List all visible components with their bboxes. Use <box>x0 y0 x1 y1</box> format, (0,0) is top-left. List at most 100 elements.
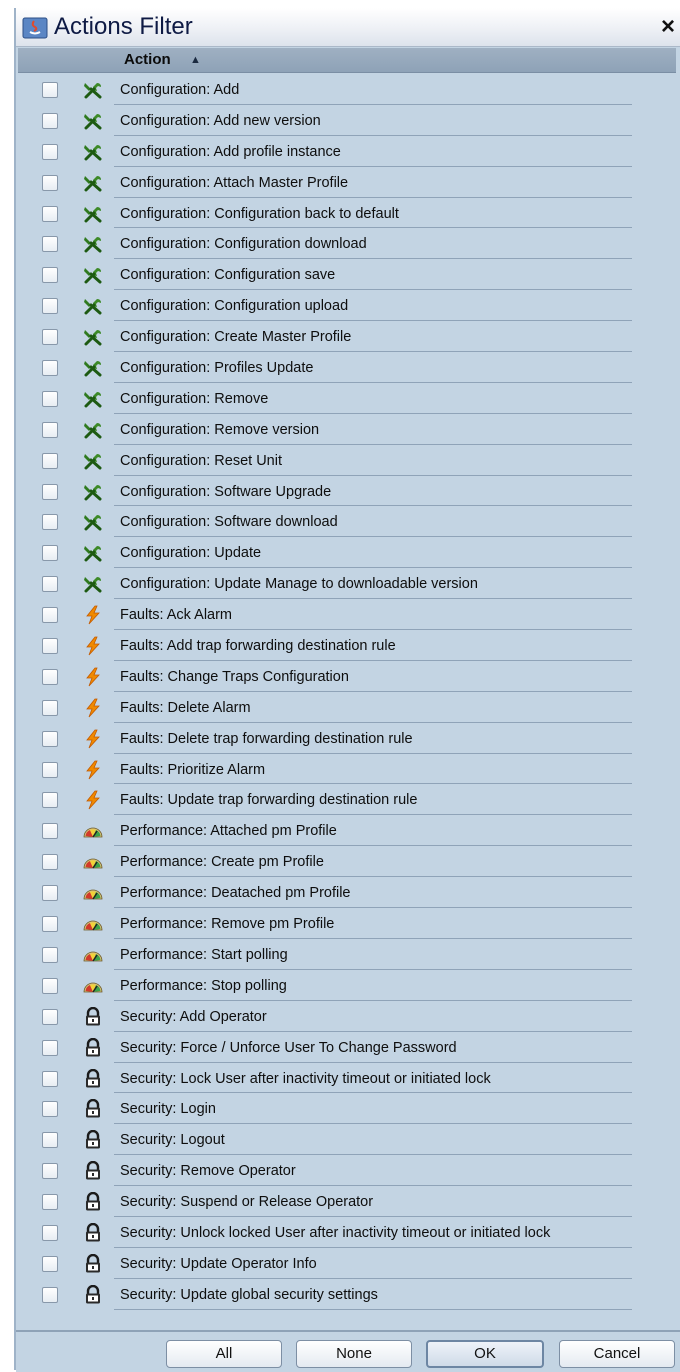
wrench-screwdriver-icon <box>82 80 104 100</box>
action-row[interactable]: Faults: Delete trap forwarding destinati… <box>18 724 676 755</box>
action-row[interactable]: Security: Lock User after inactivity tim… <box>18 1064 676 1095</box>
action-row[interactable]: Performance: Create pm Profile <box>18 847 676 878</box>
action-checkbox[interactable] <box>42 545 58 562</box>
action-row[interactable]: Faults: Delete Alarm <box>18 693 676 724</box>
select-all-button[interactable]: All <box>166 1340 282 1368</box>
action-checkbox[interactable] <box>42 823 58 840</box>
action-checkbox[interactable] <box>42 1194 58 1211</box>
action-checkbox[interactable] <box>42 390 58 407</box>
ok-button[interactable]: OK <box>426 1340 544 1368</box>
action-checkbox[interactable] <box>42 360 58 377</box>
action-checkbox[interactable] <box>42 730 58 747</box>
action-checkbox[interactable] <box>42 143 58 160</box>
action-row[interactable]: Configuration: Create Master Profile <box>18 322 676 353</box>
action-row[interactable]: Configuration: Remove version <box>18 415 676 446</box>
action-checkbox[interactable] <box>42 483 58 500</box>
title-bar[interactable]: Actions Filter × <box>16 8 680 47</box>
action-row[interactable]: Configuration: Reset Unit <box>18 446 676 477</box>
action-checkbox[interactable] <box>42 638 58 655</box>
action-checkbox[interactable] <box>42 329 58 346</box>
action-row[interactable]: Security: Add Operator <box>18 1002 676 1033</box>
action-row[interactable]: Faults: Add trap forwarding destination … <box>18 631 676 662</box>
action-checkbox[interactable] <box>42 1163 58 1180</box>
action-label: Faults: Prioritize Alarm <box>120 761 266 778</box>
column-header-action[interactable]: Action ▲ <box>18 48 676 73</box>
action-row[interactable]: Configuration: Configuration upload <box>18 291 676 322</box>
action-checkbox[interactable] <box>42 1255 58 1272</box>
action-checkbox[interactable] <box>42 946 58 963</box>
cancel-button[interactable]: Cancel <box>559 1340 675 1368</box>
action-checkbox[interactable] <box>42 421 58 438</box>
action-checkbox[interactable] <box>42 452 58 469</box>
action-row[interactable]: Performance: Attached pm Profile <box>18 816 676 847</box>
action-row[interactable]: Security: Unlock locked User after inact… <box>18 1218 676 1249</box>
action-row[interactable]: Security: Logout <box>18 1125 676 1156</box>
action-row[interactable]: Configuration: Add profile instance <box>18 137 676 168</box>
action-row[interactable]: Faults: Change Traps Configuration <box>18 662 676 693</box>
action-row[interactable]: Faults: Update trap forwarding destinati… <box>18 785 676 816</box>
action-row[interactable]: Configuration: Attach Master Profile <box>18 168 676 199</box>
row-divider <box>114 1215 632 1217</box>
action-row[interactable]: Security: Update global security setting… <box>18 1280 676 1311</box>
action-row[interactable]: Security: Update Operator Info <box>18 1249 676 1280</box>
lightning-bolt-icon <box>82 636 104 656</box>
action-row[interactable]: Faults: Prioritize Alarm <box>18 755 676 786</box>
action-checkbox[interactable] <box>42 514 58 531</box>
action-label: Security: Suspend or Release Operator <box>120 1194 374 1211</box>
row-divider <box>114 752 632 754</box>
action-row[interactable]: Configuration: Configuration back to def… <box>18 199 676 230</box>
action-checkbox[interactable] <box>42 699 58 716</box>
action-row[interactable]: Performance: Remove pm Profile <box>18 909 676 940</box>
action-checkbox[interactable] <box>42 1101 58 1118</box>
action-checkbox[interactable] <box>42 761 58 778</box>
action-row[interactable]: Performance: Start polling <box>18 940 676 971</box>
action-checkbox[interactable] <box>42 607 58 624</box>
action-checkbox[interactable] <box>42 576 58 593</box>
action-checkbox[interactable] <box>42 885 58 902</box>
action-checkbox[interactable] <box>42 1132 58 1149</box>
action-checkbox[interactable] <box>42 1286 58 1303</box>
action-row[interactable]: Configuration: Software download <box>18 507 676 538</box>
action-row[interactable]: Security: Suspend or Release Operator <box>18 1187 676 1218</box>
action-checkbox[interactable] <box>42 1070 58 1087</box>
action-label: Security: Lock User after inactivity tim… <box>120 1070 491 1087</box>
action-label: Performance: Create pm Profile <box>120 854 324 871</box>
action-checkbox[interactable] <box>42 977 58 994</box>
action-row[interactable]: Security: Remove Operator <box>18 1156 676 1187</box>
action-row[interactable]: Configuration: Add new version <box>18 106 676 137</box>
action-checkbox[interactable] <box>42 174 58 191</box>
row-divider <box>114 598 632 600</box>
action-checkbox[interactable] <box>42 1008 58 1025</box>
action-label: Faults: Update trap forwarding destinati… <box>120 792 418 809</box>
action-row[interactable]: Configuration: Update Manage to download… <box>18 569 676 600</box>
action-checkbox[interactable] <box>42 82 58 98</box>
action-checkbox[interactable] <box>42 792 58 809</box>
action-row[interactable]: Security: Login <box>18 1094 676 1125</box>
action-row[interactable]: Configuration: Remove <box>18 384 676 415</box>
action-checkbox[interactable] <box>42 267 58 284</box>
action-row[interactable]: Configuration: Profiles Update <box>18 353 676 384</box>
action-row[interactable]: Configuration: Configuration download <box>18 229 676 260</box>
gauge-icon <box>82 821 104 841</box>
select-none-button[interactable]: None <box>296 1340 412 1368</box>
action-label: Configuration: Software Upgrade <box>120 483 332 500</box>
action-row[interactable]: Security: Force / Unforce User To Change… <box>18 1033 676 1064</box>
action-checkbox[interactable] <box>42 668 58 685</box>
action-checkbox[interactable] <box>42 916 58 933</box>
action-checkbox[interactable] <box>42 1224 58 1241</box>
action-row[interactable]: Faults: Ack Alarm <box>18 600 676 631</box>
close-button[interactable]: × <box>658 15 678 39</box>
action-checkbox[interactable] <box>42 298 58 315</box>
action-row[interactable]: Performance: Deatached pm Profile <box>18 878 676 909</box>
action-row[interactable]: Configuration: Software Upgrade <box>18 477 676 508</box>
sort-ascending-icon: ▲ <box>190 54 201 66</box>
action-checkbox[interactable] <box>42 112 58 129</box>
action-row[interactable]: Performance: Stop polling <box>18 971 676 1002</box>
action-checkbox[interactable] <box>42 205 58 222</box>
action-row[interactable]: Configuration: Configuration save <box>18 260 676 291</box>
action-row[interactable]: Configuration: Update <box>18 538 676 569</box>
action-checkbox[interactable] <box>42 854 58 871</box>
action-row[interactable]: Configuration: Add <box>18 75 676 106</box>
action-checkbox[interactable] <box>42 236 58 253</box>
action-checkbox[interactable] <box>42 1039 58 1056</box>
